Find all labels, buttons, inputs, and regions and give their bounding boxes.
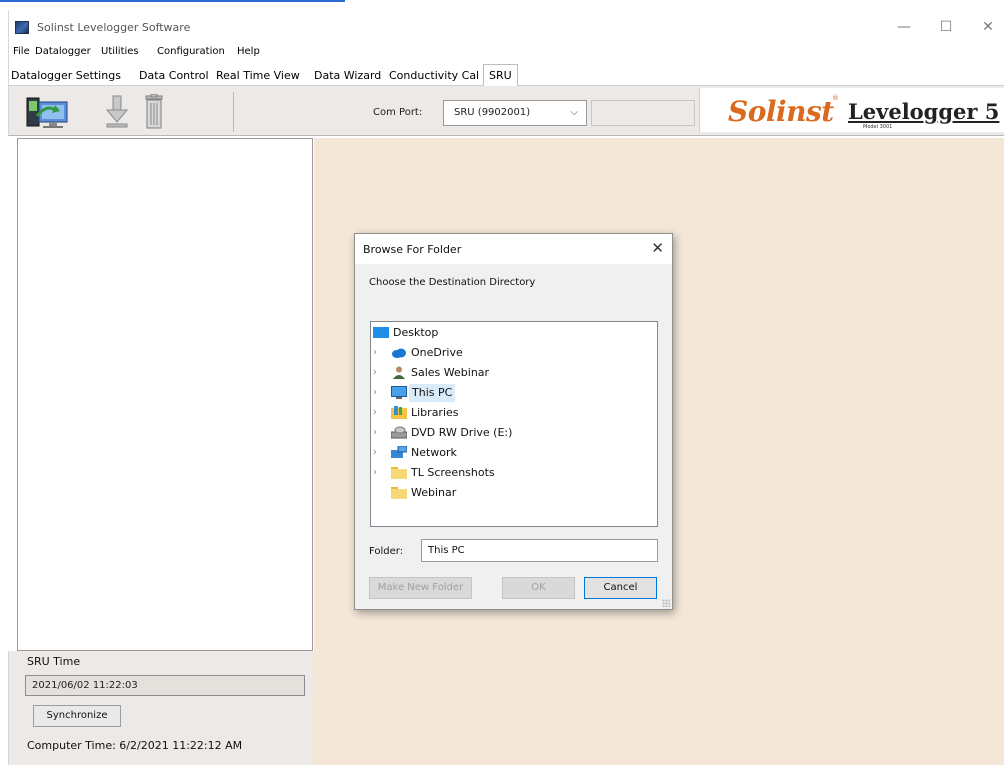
tree-item-dvd-drive[interactable]: › DVD RW Drive (E:) bbox=[373, 424, 573, 442]
chevron-right-icon[interactable]: › bbox=[373, 464, 385, 482]
menu-configuration[interactable]: Configuration bbox=[157, 46, 225, 57]
tab-sru[interactable]: SRU bbox=[483, 64, 518, 87]
computer-time-text: Computer Time: 6/2/2021 11:22:12 AM bbox=[27, 739, 243, 752]
tree-item-label: Libraries bbox=[411, 406, 459, 419]
chevron-right-icon[interactable]: › bbox=[373, 344, 385, 362]
tree-item-label: Webinar bbox=[411, 486, 457, 499]
tree-item-tl-screenshots[interactable]: › TL Screenshots bbox=[373, 464, 573, 482]
solinst-logo: Solinst ® Levelogger 5 Model 3001 bbox=[699, 88, 1004, 132]
desktop-icon bbox=[373, 326, 389, 339]
app-icon bbox=[15, 21, 29, 34]
registered-mark: ® bbox=[832, 94, 839, 102]
tab-datalogger-settings[interactable]: Datalogger Settings bbox=[11, 66, 121, 86]
close-window-button[interactable]: ✕ bbox=[971, 16, 1004, 38]
sru-time-label: SRU Time bbox=[27, 655, 81, 668]
com-port-value: SRU (9902001) bbox=[454, 107, 531, 118]
logo-product: Levelogger 5 bbox=[848, 99, 1000, 124]
make-new-folder-button[interactable]: Make New Folder bbox=[369, 577, 472, 599]
toolbar-separator bbox=[233, 92, 234, 132]
menu-help[interactable]: Help bbox=[237, 46, 260, 57]
tab-conductivity-cal[interactable]: Conductivity Cal bbox=[389, 66, 479, 86]
com-port-label: Com Port: bbox=[373, 107, 423, 118]
title-bar: Solinst Levelogger Software — ☐ ✕ bbox=[8, 10, 1004, 44]
onedrive-cloud-icon bbox=[391, 346, 406, 359]
chevron-right-icon[interactable]: › bbox=[373, 444, 385, 462]
folder-icon bbox=[391, 486, 407, 499]
tree-item-label: DVD RW Drive (E:) bbox=[411, 426, 513, 439]
tree-item-network[interactable]: › Network bbox=[373, 444, 573, 462]
close-icon[interactable]: ✕ bbox=[651, 239, 664, 257]
tree-item-label: This PC bbox=[409, 384, 456, 402]
dialog-title: Browse For Folder bbox=[363, 243, 462, 256]
toolbar: Com Port: SRU (9902001) ⌵ Solinst ® Leve… bbox=[8, 86, 1004, 136]
folder-icon bbox=[391, 466, 407, 479]
dvd-drive-icon bbox=[390, 426, 408, 439]
menu-bar: File Datalogger Utilities Configuration … bbox=[8, 44, 1004, 62]
sru-time-panel: SRU Time 2021/06/02 11:22:03 Synchronize… bbox=[8, 651, 314, 765]
folder-input[interactable]: This PC bbox=[421, 539, 658, 562]
tree-item-label: Desktop bbox=[393, 326, 439, 339]
menu-file[interactable]: File bbox=[13, 46, 30, 57]
tree-item-onedrive[interactable]: › OneDrive bbox=[373, 344, 573, 362]
chevron-right-icon[interactable]: › bbox=[373, 424, 385, 442]
dialog-description: Choose the Destination Directory bbox=[369, 277, 536, 288]
dialog-title-bar: Browse For Folder ✕ bbox=[355, 234, 672, 264]
folder-tree[interactable]: Desktop › OneDrive › Sales Webinar › Thi… bbox=[370, 321, 658, 527]
minimize-button[interactable]: — bbox=[887, 16, 921, 38]
tab-bar: Datalogger Settings Data Control Real Ti… bbox=[8, 62, 1004, 87]
tree-item-libraries[interactable]: › Libraries bbox=[373, 404, 573, 422]
tree-item-sales-webinar[interactable]: › Sales Webinar bbox=[373, 364, 573, 382]
tree-item-desktop[interactable]: Desktop bbox=[373, 324, 493, 342]
taskbar-highlight bbox=[0, 0, 345, 2]
maximize-button[interactable]: ☐ bbox=[929, 16, 963, 38]
chevron-right-icon[interactable]: › bbox=[373, 384, 385, 402]
delete-icon[interactable] bbox=[143, 93, 165, 133]
resize-grip[interactable] bbox=[662, 599, 670, 607]
tree-item-label: TL Screenshots bbox=[411, 466, 495, 479]
com-port-select[interactable]: SRU (9902001) ⌵ bbox=[443, 100, 587, 126]
logo-brand: Solinst bbox=[728, 95, 834, 128]
folder-label: Folder: bbox=[369, 546, 404, 557]
download-icon[interactable] bbox=[105, 94, 129, 131]
chevron-right-icon[interactable]: › bbox=[373, 404, 385, 422]
tab-data-wizard[interactable]: Data Wizard bbox=[314, 66, 381, 86]
tab-real-time-view[interactable]: Real Time View bbox=[216, 66, 300, 86]
tree-item-label: OneDrive bbox=[411, 346, 463, 359]
device-list-pane[interactable] bbox=[17, 138, 313, 651]
tree-item-webinar[interactable]: Webinar bbox=[373, 484, 573, 502]
tree-item-label: Network bbox=[411, 446, 457, 459]
cancel-button[interactable]: Cancel bbox=[584, 577, 657, 599]
window-title: Solinst Levelogger Software bbox=[37, 21, 191, 34]
browse-folder-dialog: Browse For Folder ✕ Choose the Destinati… bbox=[354, 233, 673, 610]
this-pc-icon bbox=[391, 386, 407, 399]
tree-item-this-pc[interactable]: › This PC bbox=[373, 384, 573, 402]
logo-model: Model 3001 bbox=[863, 124, 893, 130]
menu-utilities[interactable]: Utilities bbox=[101, 46, 139, 57]
tree-item-label: Sales Webinar bbox=[411, 366, 490, 379]
chevron-right-icon[interactable]: › bbox=[373, 364, 385, 382]
network-icon bbox=[391, 445, 408, 459]
menu-datalogger[interactable]: Datalogger bbox=[35, 46, 91, 57]
computer-transfer-icon[interactable] bbox=[25, 94, 71, 133]
sru-time-field: 2021/06/02 11:22:03 bbox=[25, 675, 305, 696]
synchronize-button[interactable]: Synchronize bbox=[33, 705, 121, 727]
chevron-down-icon: ⌵ bbox=[570, 107, 578, 118]
top-strip bbox=[0, 0, 1004, 10]
user-icon bbox=[391, 366, 406, 379]
libraries-icon bbox=[391, 406, 407, 419]
status-field bbox=[591, 100, 695, 126]
ok-button[interactable]: OK bbox=[502, 577, 575, 599]
tab-data-control[interactable]: Data Control bbox=[139, 66, 209, 86]
